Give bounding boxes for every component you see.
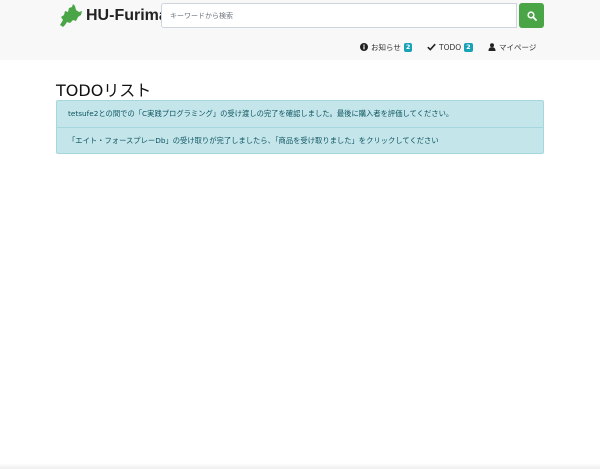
todo-count-badge: 2 [464,42,473,52]
brand-name: HU-Furima [86,7,168,24]
info-circle-icon [360,43,368,51]
nav-mypage[interactable]: マイページ [488,40,536,54]
search-input[interactable] [161,3,517,28]
hokkaido-map-icon [60,4,82,27]
brand-logo[interactable]: HU-Furima [57,3,168,29]
header: HU-Furima お知らせ 2 TODO 2 [0,0,600,60]
todo-list: tetsufe2との間での「C実践プログラミング」の受け渡しの完了を確認しました… [56,100,544,154]
page-title: TODOリスト [56,81,152,100]
todo-item[interactable]: 「エイト・フォースプレーDb」の受け取りが完了しましたら、「商品を受け取りました… [57,127,543,153]
user-icon [488,43,496,51]
todo-item-text: 「エイト・フォースプレーDb」の受け取りが完了しましたら、「商品を受け取りました… [68,135,439,145]
search-button[interactable] [519,3,544,28]
footer-divider [0,463,600,469]
todo-item-text: tetsufe2との間での「C実践プログラミング」の受け渡しの完了を確認しました… [68,109,454,118]
nav-mypage-label: マイページ [499,42,537,52]
check-icon [427,43,436,51]
nav-notices[interactable]: お知らせ 2 [360,40,413,54]
search-icon [526,10,537,21]
todo-item[interactable]: tetsufe2との間での「C実践プログラミング」の受け渡しの完了を確認しました… [57,101,543,127]
notices-count-badge: 2 [403,42,413,52]
nav-todo-label: TODO [439,42,462,52]
nav-todo[interactable]: TODO 2 [427,40,473,54]
nav-notices-label: お知らせ [371,42,401,52]
